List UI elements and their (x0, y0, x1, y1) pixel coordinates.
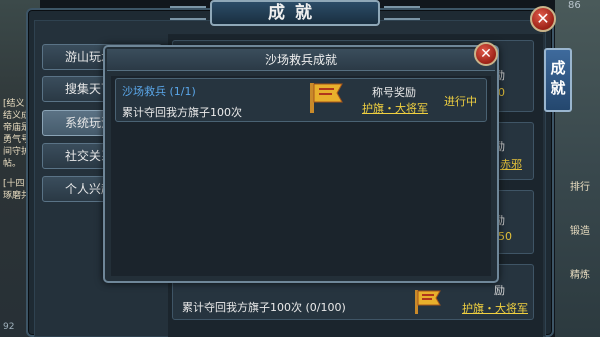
title-ornament-left (170, 6, 206, 20)
close-icon[interactable]: ✕ (530, 6, 556, 32)
reward-fragment: 0 (498, 86, 505, 99)
achievement-title: 沙场救兵 (122, 85, 166, 98)
flag-icon (310, 83, 343, 113)
side-icon-refine[interactable]: 精炼 (565, 266, 595, 281)
top-right-counter: 86 (568, 0, 581, 11)
dialog-close-icon[interactable]: ✕ (474, 42, 498, 66)
window-title: 成就 (210, 0, 380, 26)
reward-label: 称号奖励 (372, 86, 416, 99)
side-icon-ranking[interactable]: 排行 (565, 178, 595, 193)
dialog-title: 沙场救兵成就 (107, 49, 495, 71)
reward-fragment: 50 (498, 230, 512, 243)
achievement-name: 沙场救兵 (1/1) (122, 83, 196, 99)
reward-fragment[interactable]: 赤邪 (500, 156, 522, 172)
achievement-description: 累计夺回我方旗子100次 (122, 106, 242, 119)
achievement-description: 累计夺回我方旗子100次 (0/100) (182, 301, 346, 314)
title-ornament-right (384, 6, 420, 20)
chat-line: 帖。 (3, 159, 22, 169)
side-icon-forge[interactable]: 锻造 (565, 222, 595, 237)
achievement-progress: (1/1) (169, 85, 196, 98)
reward-link[interactable]: 护旗・大将军 (362, 100, 428, 116)
reward-fragment: 励 (494, 284, 505, 297)
status-badge: 进行中 (444, 95, 477, 108)
flag-icon (415, 290, 441, 314)
reward-link[interactable]: 护旗・大将军 (462, 300, 528, 316)
side-tab-achievement[interactable]: 成就 (544, 48, 572, 112)
bottom-left-counter: 92 (3, 322, 15, 332)
